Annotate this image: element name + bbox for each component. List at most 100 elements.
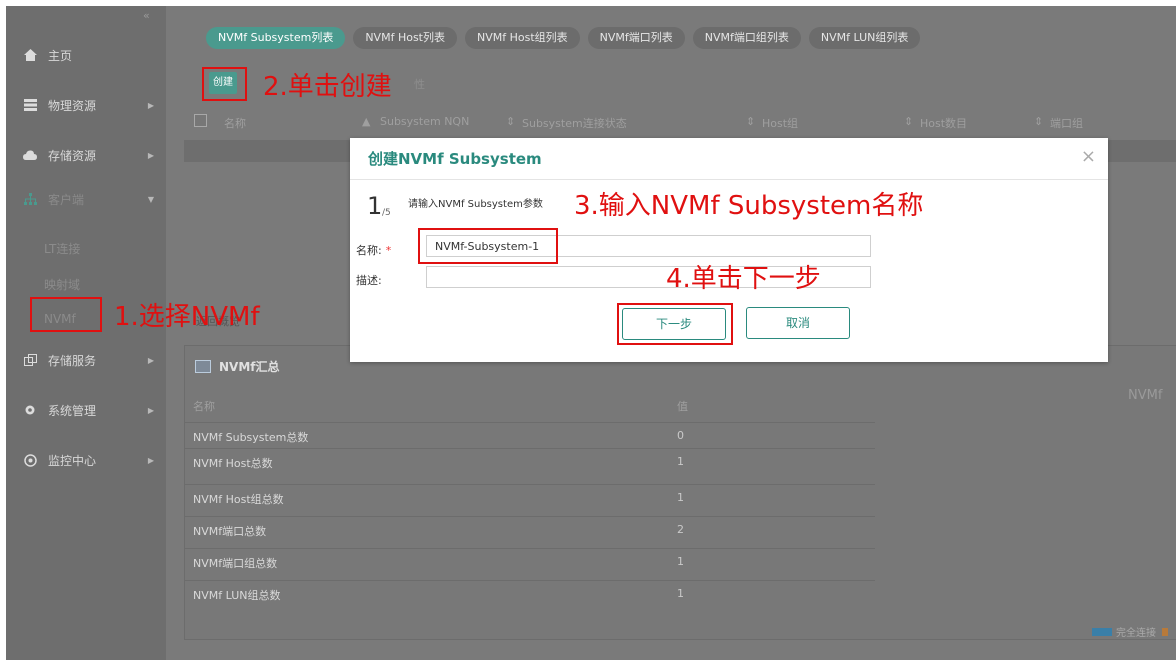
chevron-right-icon: ▶ xyxy=(147,150,154,160)
annotation-step3: 3.输入NVMf Subsystem名称 xyxy=(574,191,924,221)
annotation-step4: 4.单击下一步 xyxy=(666,264,821,294)
sidebar-item-label: 系统管理 xyxy=(48,403,97,418)
column-header-nqn[interactable]: Subsystem NQN xyxy=(380,115,469,128)
column-header-port-group[interactable]: 端口组 xyxy=(1050,115,1083,131)
sidebar-item-label: 客户端 xyxy=(48,192,85,207)
step-hint: 请输入NVMf Subsystem参数 xyxy=(408,199,543,210)
summary-row: NVMf Host组总数 1 xyxy=(185,484,875,511)
summary-row: NVMf Host总数 1 xyxy=(185,448,875,475)
tab-port-group-list[interactable]: NVMf端口组列表 xyxy=(692,27,801,49)
summary-row: NVMf端口组总数 1 xyxy=(185,548,875,575)
sidebar-item-system[interactable]: 系统管理 ▶ xyxy=(6,390,166,430)
sidebar: « 主页 物理资源 ▶ 存储资源 ▶ 客户端 ▼ LT连接 映射域 NVMf 存… xyxy=(6,6,166,660)
annotation-box-nvmf xyxy=(30,297,102,332)
sidebar-item-label: 存储资源 xyxy=(48,148,97,163)
summary-row-value: 1 xyxy=(677,491,684,504)
summary-col-name: 名称 xyxy=(193,400,215,413)
legend-label: 完全连接 xyxy=(1116,628,1156,639)
chevron-right-icon: ▶ xyxy=(147,355,154,365)
close-icon[interactable]: × xyxy=(1081,146,1096,167)
tab-bar: NVMf Subsystem列表 NVMf Host列表 NVMf Host组列… xyxy=(206,27,921,49)
summary-row-value: 1 xyxy=(677,555,684,568)
step-current: 1 xyxy=(367,192,383,220)
tab-host-list[interactable]: NVMf Host列表 xyxy=(353,27,457,49)
summary-row-name: NVMf端口组总数 xyxy=(193,557,278,570)
summary-row: NVMf LUN组总数 1 xyxy=(185,580,875,607)
sort-icon: ⇕ xyxy=(904,115,914,128)
home-icon xyxy=(22,48,38,62)
tab-subsystem-list[interactable]: NVMf Subsystem列表 xyxy=(206,27,346,49)
sidebar-item-storage-resources[interactable]: 存储资源 ▶ xyxy=(6,135,166,175)
required-mark: * xyxy=(385,244,392,257)
monitor-icon xyxy=(22,453,38,467)
sidebar-subitem-lt[interactable]: LT连接 xyxy=(44,240,80,257)
name-label-text: 名称: xyxy=(356,244,382,257)
server-icon xyxy=(22,98,38,112)
tab-port-list[interactable]: NVMf端口列表 xyxy=(587,27,685,49)
column-header-name[interactable]: 名称 xyxy=(224,115,246,131)
cloud-icon xyxy=(22,148,38,162)
tab-lun-group-list[interactable]: NVMf LUN组列表 xyxy=(808,27,921,49)
tab-host-group-list[interactable]: NVMf Host组列表 xyxy=(465,27,580,49)
summary-row-name: NVMf端口总数 xyxy=(193,525,267,538)
annotation-step1: 1.选择NVMf xyxy=(114,302,260,332)
sidebar-subitem-mapping-domain[interactable]: 映射域 xyxy=(44,276,80,293)
annotation-box-create xyxy=(202,67,247,101)
desc-field-label: 描述: xyxy=(356,274,382,287)
sidebar-item-label: 主页 xyxy=(48,48,73,63)
sidebar-item-label: 存储服务 xyxy=(48,353,97,368)
sidebar-item-label: 监控中心 xyxy=(48,453,97,468)
sort-icon: ⇕ xyxy=(746,115,756,128)
summary-row: NVMf端口总数 2 xyxy=(185,516,875,543)
copy-icon xyxy=(22,353,38,367)
chevron-right-icon: ▶ xyxy=(147,100,154,110)
more-toolbar-label[interactable]: 性 xyxy=(414,76,425,92)
chevron-down-icon: ▼ xyxy=(147,194,154,204)
table-header: 名称 ▲ Subsystem NQN ⇕ Subsystem连接状态 ⇕ Hos… xyxy=(184,110,1176,134)
summary-col-value: 值 xyxy=(677,400,688,413)
summary-title-text: NVMf汇总 xyxy=(219,360,280,374)
column-header-host-group[interactable]: Host组 xyxy=(762,115,798,131)
chevron-right-icon: ▶ xyxy=(147,405,154,415)
chart-legend: 完全连接 xyxy=(1092,624,1168,639)
summary-row-value: 1 xyxy=(677,587,684,600)
summary-row: NVMf Subsystem总数 0 xyxy=(185,422,875,449)
summary-row-value: 0 xyxy=(677,429,684,442)
sidebar-item-storage-service[interactable]: 存储服务 ▶ xyxy=(6,340,166,380)
sort-asc-icon: ▲ xyxy=(362,115,371,128)
column-header-status[interactable]: Subsystem连接状态 xyxy=(522,115,627,131)
image-icon xyxy=(195,360,211,373)
sidebar-item-monitor[interactable]: 监控中心 ▶ xyxy=(6,440,166,480)
sort-icon: ⇕ xyxy=(506,115,516,128)
sort-icon: ⇕ xyxy=(1034,115,1044,128)
chevron-right-icon: ▶ xyxy=(147,455,154,465)
summary-row-name: NVMf Subsystem总数 xyxy=(193,431,309,444)
summary-title: NVMf汇总 xyxy=(195,358,280,375)
summary-row-name: NVMf Host总数 xyxy=(193,457,273,470)
summary-row-value: 1 xyxy=(677,455,684,468)
sidebar-item-client[interactable]: 客户端 ▼ xyxy=(6,179,166,219)
select-all-checkbox[interactable] xyxy=(194,114,207,127)
summary-row-name: NVMf Host组总数 xyxy=(193,493,284,506)
step-total: /5 xyxy=(382,208,391,218)
dialog-header: 创建NVMf Subsystem × xyxy=(350,138,1108,180)
summary-row-value: 2 xyxy=(677,523,684,536)
sidebar-item-label: 物理资源 xyxy=(48,98,97,113)
collapse-sidebar-icon[interactable]: « xyxy=(143,9,150,22)
cancel-button[interactable]: 取消 xyxy=(746,307,850,339)
chart-title: NVMf xyxy=(1128,388,1163,403)
summary-panel: NVMf汇总 名称 值 NVMf Subsystem总数 0 NVMf Host… xyxy=(184,345,1176,640)
legend-swatch xyxy=(1162,627,1168,636)
gear-icon xyxy=(22,403,38,417)
annotation-box-name xyxy=(418,228,558,264)
network-icon xyxy=(22,192,38,206)
column-header-host-count[interactable]: Host数目 xyxy=(920,115,967,131)
legend-swatch xyxy=(1092,627,1112,636)
name-field-label: 名称: * xyxy=(356,242,391,258)
summary-row-name: NVMf LUN组总数 xyxy=(193,589,281,602)
dialog-title: 创建NVMf Subsystem xyxy=(368,150,542,168)
sidebar-item-physical[interactable]: 物理资源 ▶ xyxy=(6,85,166,125)
sidebar-item-home[interactable]: 主页 xyxy=(6,35,166,75)
annotation-step2: 2.单击创建 xyxy=(263,72,392,102)
annotation-box-next xyxy=(617,303,733,345)
